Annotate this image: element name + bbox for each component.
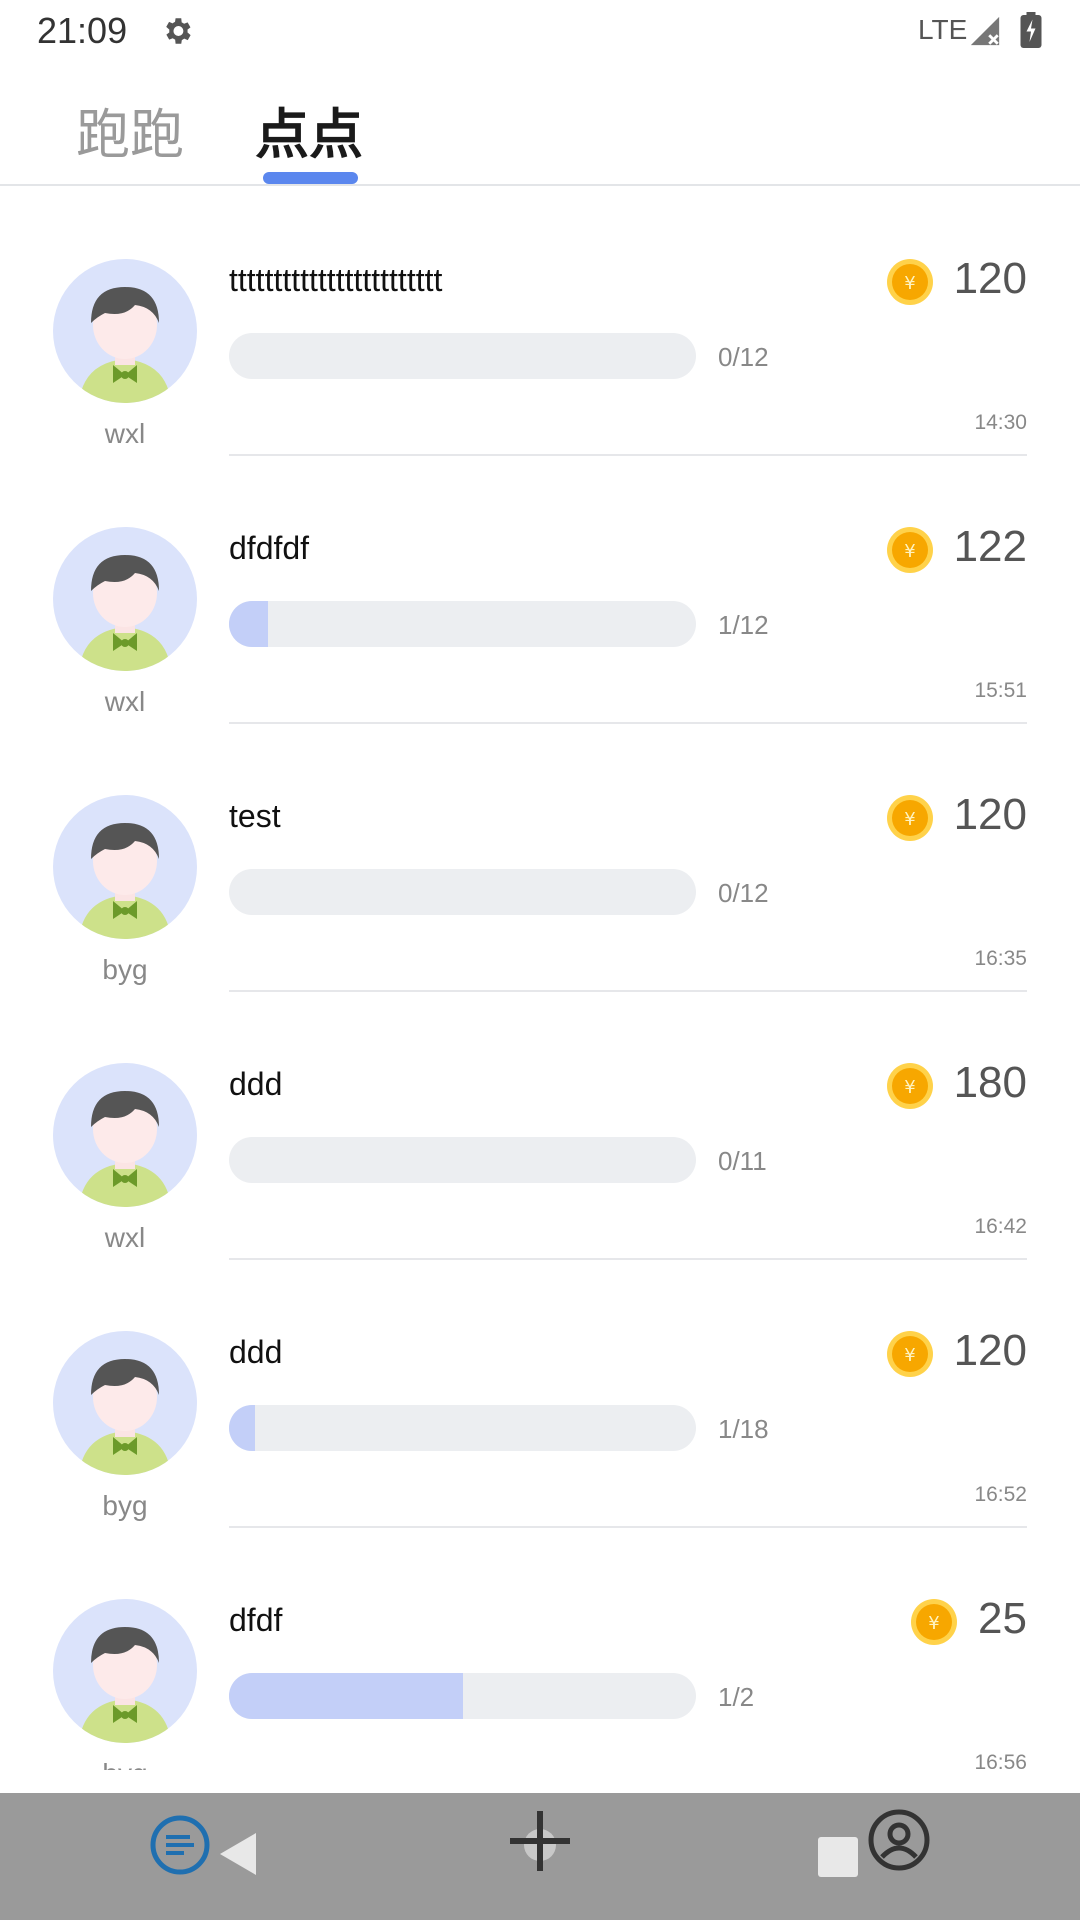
timestamp: 16:35 [974, 947, 1027, 970]
username: byg [53, 1758, 197, 1770]
list-item[interactable]: byg ddd 120 ¥ 1/18 16:52 [0, 1260, 1080, 1528]
svg-text:¥: ¥ [904, 273, 915, 294]
coin-icon: ¥ [886, 1330, 934, 1378]
task-title: test [229, 798, 281, 834]
task-title: tttttttttttttttttttttttt [229, 262, 443, 298]
timestamp: 15:51 [974, 679, 1027, 702]
reward-amount: 120 [953, 790, 1027, 839]
progress-bar [229, 1137, 696, 1183]
svg-text:¥: ¥ [904, 809, 915, 830]
tab-indicator [263, 172, 358, 184]
reward-amount: 120 [953, 1326, 1027, 1375]
timestamp: 16:42 [974, 1215, 1027, 1238]
task-title: ddd [229, 1066, 283, 1102]
reward-amount: 180 [953, 1058, 1027, 1107]
progress-bar-fill [229, 1405, 255, 1451]
task-title: dfdf [229, 1602, 283, 1638]
list-item[interactable]: byg test 120 ¥ 0/12 16:35 [0, 724, 1080, 992]
list-item[interactable]: byg dfdf 25 ¥ 1/2 16:56 [0, 1528, 1080, 1770]
timestamp: 16:52 [974, 1483, 1027, 1506]
signal-icon [970, 16, 1000, 46]
crosshair-icon[interactable] [508, 1809, 572, 1873]
username: byg [102, 1490, 148, 1521]
coin-icon: ¥ [886, 526, 934, 574]
reward-amount: 25 [978, 1594, 1027, 1643]
back-icon[interactable] [218, 1831, 258, 1877]
progress-text: 0/12 [718, 878, 769, 908]
coin-icon: ¥ [886, 1062, 934, 1110]
svg-text:¥: ¥ [904, 1345, 915, 1366]
network-type: LTE [918, 14, 968, 45]
progress-text: 1/2 [718, 1682, 755, 1712]
timestamp: 16:56 [974, 1751, 1027, 1770]
tab-run[interactable]: 跑跑 [76, 90, 184, 169]
coin-icon: ¥ [886, 258, 934, 306]
list-item[interactable]: wxl tttttttttttttttttttttttt 120 ¥ 0/12 14:… [0, 188, 1080, 456]
task-list[interactable]: wxl tttttttttttttttttttttttt 120 ¥ 0/12 14:… [0, 188, 1080, 1770]
timestamp: 14:30 [974, 411, 1027, 434]
progress-bar [229, 333, 696, 379]
avatar-icon[interactable] [53, 1063, 197, 1207]
avatar-icon[interactable] [53, 1599, 197, 1743]
progress-text: 1/18 [718, 1414, 769, 1444]
profile-icon[interactable] [868, 1809, 930, 1871]
task-title: ddd [229, 1334, 283, 1370]
list-item[interactable]: wxl ddd 180 ¥ 0/11 16:42 [0, 992, 1080, 1260]
username: wxl [104, 1222, 146, 1253]
svg-text:¥: ¥ [904, 1077, 915, 1098]
progress-bar-fill [229, 601, 268, 647]
battery-icon [1020, 12, 1042, 48]
task-title: dfdfdf [229, 530, 310, 566]
square-icon[interactable] [818, 1837, 858, 1877]
svg-text:¥: ¥ [904, 541, 915, 562]
progress-bar [229, 1405, 696, 1451]
coin-icon: ¥ [910, 1598, 958, 1646]
progress-text: 1/12 [718, 610, 769, 640]
progress-bar [229, 1673, 696, 1719]
username: wxl [104, 686, 146, 717]
list-icon[interactable] [150, 1815, 210, 1875]
progress-text: 0/12 [718, 342, 769, 372]
list-item[interactable]: wxl dfdfdf 122 ¥ 1/12 15:51 [0, 456, 1080, 724]
reward-amount: 120 [953, 254, 1027, 303]
progress-text: 0/11 [718, 1146, 767, 1176]
tab-bar: 跑跑 点点 [0, 70, 1080, 186]
progress-bar [229, 601, 696, 647]
navigation-bar [0, 1793, 1080, 1920]
progress-bar [229, 869, 696, 915]
reward-amount: 122 [953, 522, 1027, 571]
progress-bar-fill [229, 1673, 463, 1719]
avatar-icon[interactable] [53, 1331, 197, 1475]
avatar-icon[interactable] [53, 259, 197, 403]
avatar-icon[interactable] [53, 795, 197, 939]
svg-text:¥: ¥ [928, 1613, 939, 1634]
coin-icon: ¥ [886, 794, 934, 842]
status-bar: 21:09 LTE [0, 0, 1080, 62]
username: byg [102, 954, 148, 985]
status-time: 21:09 [37, 10, 128, 51]
avatar-icon[interactable] [53, 527, 197, 671]
username: wxl [104, 418, 146, 449]
tab-dot[interactable]: 点点 [255, 90, 363, 169]
gear-icon [166, 18, 191, 44]
